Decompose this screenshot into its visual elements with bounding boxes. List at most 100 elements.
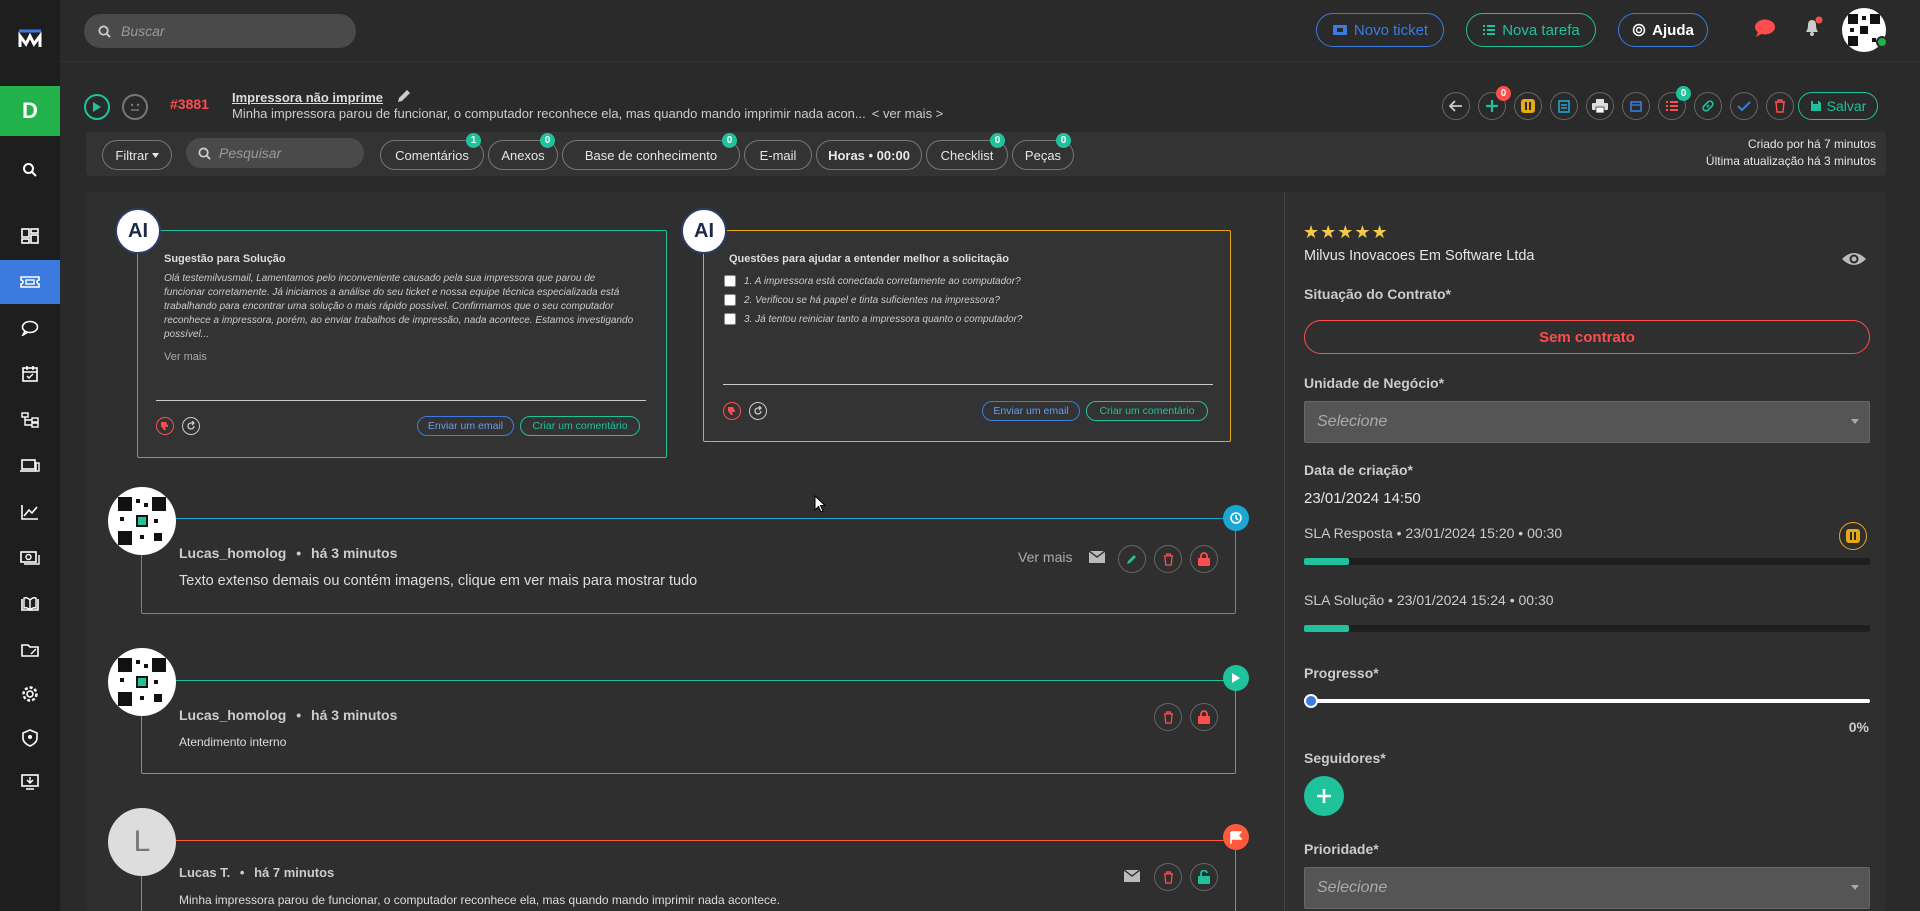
dashboard-icon[interactable] — [0, 214, 60, 258]
edit-comment-button[interactable] — [1118, 545, 1146, 573]
workspace-avatar[interactable]: D — [0, 86, 60, 136]
tab-comments[interactable]: Comentários 1 — [380, 133, 484, 170]
settings-gear-icon[interactable] — [0, 672, 60, 716]
private-comment-button[interactable] — [1190, 545, 1218, 573]
edit-pencil-icon[interactable] — [396, 88, 412, 104]
delete-comment-button[interactable] — [1154, 545, 1182, 573]
save-button[interactable]: Salvar — [1798, 92, 1878, 120]
schedule-button[interactable] — [1622, 92, 1650, 120]
shield-icon[interactable] — [0, 716, 60, 760]
see-more-link[interactable]: < ver mais > — [872, 106, 944, 121]
created-date-value: 23/01/2024 14:50 — [1304, 490, 1421, 507]
add-button[interactable]: 0 — [1478, 86, 1511, 120]
business-unit-select[interactable]: Selecione — [1304, 401, 1870, 443]
clipboard-button[interactable] — [1550, 92, 1578, 120]
tab-parts[interactable]: Peças 0 — [1012, 133, 1074, 170]
comment-see-more-link[interactable]: Ver mais — [1018, 549, 1072, 565]
rating-stars[interactable]: ★★★★★ — [1303, 222, 1389, 243]
chat-bubble-icon[interactable] — [1754, 18, 1776, 38]
calendar-icon[interactable] — [0, 352, 60, 396]
play-icon[interactable] — [84, 94, 110, 120]
question-checkbox[interactable] — [724, 275, 736, 287]
print-button[interactable] — [1586, 92, 1614, 120]
history-icon[interactable] — [1223, 505, 1249, 531]
knowledge-book-icon[interactable] — [0, 582, 60, 626]
milvus-logo[interactable] — [0, 0, 60, 76]
add-count-badge: 0 — [1496, 86, 1511, 101]
email-envelope-icon[interactable] — [1089, 551, 1105, 563]
new-task-button[interactable]: Nova tarefa — [1466, 13, 1596, 47]
tab-knowledge-base[interactable]: Base de conhecimento 0 — [562, 133, 740, 170]
ticket-title[interactable]: Impressora não imprime — [232, 90, 383, 105]
filter-bar: Filtrar Comentários 1 Anexos 0 Base de c… — [86, 132, 1886, 176]
play-icon[interactable] — [1223, 665, 1249, 691]
ai-questions-create-comment-button[interactable]: Criar um comentário — [1086, 401, 1208, 421]
comment-author: Lucas T. • há 7 minutos — [179, 865, 334, 880]
hierarchy-icon[interactable] — [0, 398, 60, 442]
tickets-icon[interactable] — [0, 260, 60, 304]
ai-suggestion-title: Sugestão para Solução — [164, 253, 286, 265]
link-button[interactable] — [1694, 92, 1722, 120]
thumbs-down-icon[interactable] — [156, 417, 174, 435]
refresh-icon[interactable] — [182, 417, 200, 435]
new-ticket-button[interactable]: Novo ticket — [1316, 13, 1444, 47]
sla-solution-text: SLA Solução • 23/01/2024 15:24 • 00:30 — [1304, 592, 1554, 608]
flag-icon[interactable] — [1223, 824, 1249, 850]
progress-slider-handle[interactable] — [1304, 694, 1318, 708]
reports-chart-icon[interactable] — [0, 490, 60, 534]
chevron-down-icon — [1851, 419, 1859, 424]
devices-icon[interactable] — [0, 444, 60, 488]
comment-text: Texto extenso demais ou contém imagens, … — [179, 573, 698, 589]
ticket-details-panel: ★★★★★ Milvus Inovacoes Em Software Ltda … — [1284, 192, 1886, 911]
trash-icon — [1163, 552, 1173, 566]
ai-suggestion-create-comment-button[interactable]: Criar um comentário — [520, 416, 640, 436]
search-icon[interactable] — [0, 148, 60, 192]
pause-sla-button[interactable] — [1839, 522, 1867, 550]
folder-icon[interactable] — [0, 628, 60, 672]
tab-checklist[interactable]: Checklist 0 — [926, 133, 1008, 170]
followers-label: Seguidores* — [1304, 750, 1386, 766]
add-follower-button[interactable] — [1304, 776, 1344, 816]
public-comment-button[interactable] — [1190, 863, 1218, 891]
back-button[interactable] — [1442, 92, 1470, 120]
private-comment-button[interactable] — [1190, 703, 1218, 731]
eye-icon[interactable] — [1841, 251, 1867, 267]
comment-avatar-initial: L — [108, 808, 176, 876]
finance-icon[interactable] — [0, 536, 60, 580]
comment-card: Lucas T. • há 7 minutos Minha impressora… — [141, 840, 1236, 911]
tab-attachments[interactable]: Anexos 0 — [488, 133, 558, 170]
business-unit-placeholder: Selecione — [1317, 413, 1388, 430]
ai-suggestion-send-email-button[interactable]: Enviar um email — [417, 416, 514, 436]
chat-icon[interactable] — [0, 306, 60, 350]
ai-questions-send-email-button[interactable]: Enviar um email — [982, 401, 1080, 421]
ai-suggestion-see-more[interactable]: Ver mais — [164, 351, 207, 363]
progress-slider-track[interactable] — [1304, 699, 1870, 703]
refresh-icon[interactable] — [749, 402, 767, 420]
notifications-bell-icon[interactable] — [1802, 16, 1824, 38]
priority-placeholder: Selecione — [1317, 879, 1388, 896]
delete-button[interactable] — [1766, 92, 1794, 120]
priority-select[interactable]: Selecione — [1304, 867, 1870, 909]
thumbs-down-icon[interactable] — [723, 402, 741, 420]
neutral-face-icon[interactable] — [122, 94, 148, 120]
global-search-input[interactable] — [121, 23, 321, 39]
tab-hours[interactable]: Horas • 00:00 — [816, 140, 922, 170]
tab-email-label: E-mail — [759, 147, 797, 163]
email-envelope-icon[interactable] — [1124, 870, 1140, 882]
help-button[interactable]: Ajuda — [1618, 13, 1708, 47]
pause-button[interactable] — [1514, 92, 1542, 120]
download-monitor-icon[interactable] — [0, 760, 60, 804]
checklist-button[interactable]: 0 — [1658, 86, 1691, 120]
question-checkbox[interactable] — [724, 294, 736, 306]
business-unit-label: Unidade de Negócio* — [1304, 375, 1445, 391]
delete-comment-button[interactable] — [1154, 703, 1182, 731]
filter-dropdown[interactable]: Filtrar — [102, 140, 172, 170]
filter-search-input[interactable] — [219, 145, 349, 161]
filter-search[interactable] — [186, 138, 364, 168]
tab-email[interactable]: E-mail — [744, 140, 812, 170]
new-task-label: Nova tarefa — [1502, 21, 1580, 39]
global-search[interactable] — [84, 14, 356, 48]
delete-comment-button[interactable] — [1154, 863, 1182, 891]
resolve-button[interactable] — [1730, 92, 1758, 120]
question-checkbox[interactable] — [724, 313, 736, 325]
